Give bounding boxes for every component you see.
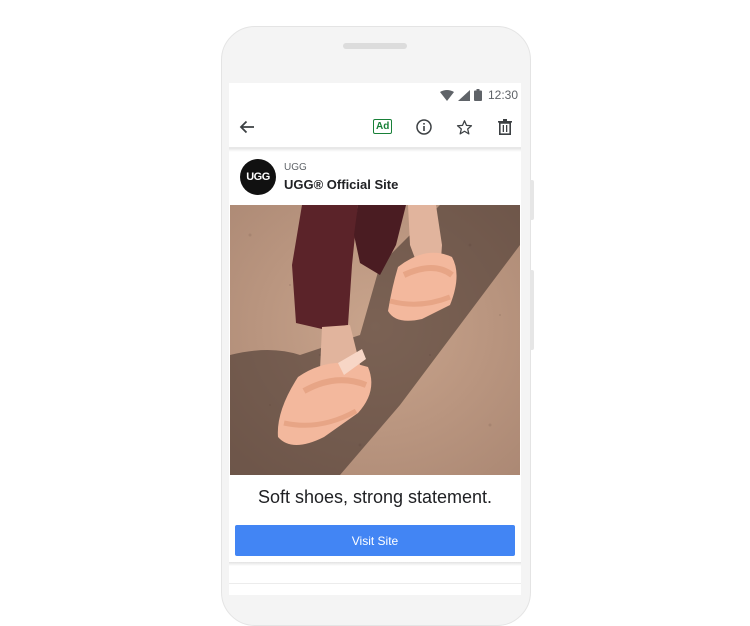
ugg-logo: UGG bbox=[240, 159, 276, 195]
list-divider bbox=[229, 583, 521, 584]
star-icon bbox=[456, 119, 472, 135]
battery-icon bbox=[473, 89, 482, 101]
advertiser-name: UGG bbox=[284, 162, 307, 173]
sandals-photo bbox=[230, 205, 520, 475]
wifi-icon bbox=[439, 89, 454, 101]
info-icon bbox=[416, 119, 432, 135]
power-button bbox=[530, 270, 534, 350]
advertiser-header[interactable]: UGG UGG UGG® Official Site bbox=[229, 155, 521, 205]
advertiser-title: UGG® Official Site bbox=[284, 177, 399, 192]
back-arrow-icon bbox=[239, 120, 254, 134]
trash-icon bbox=[498, 119, 512, 135]
ad-badge: Ad bbox=[373, 119, 393, 134]
status-bar: 12:30 bbox=[229, 83, 521, 107]
phone-speaker bbox=[343, 43, 407, 49]
signal-icon bbox=[457, 89, 470, 101]
info-button[interactable] bbox=[414, 117, 434, 137]
volume-button bbox=[530, 180, 534, 220]
back-button[interactable] bbox=[237, 117, 257, 137]
visit-site-button[interactable]: Visit Site bbox=[235, 525, 515, 556]
ad-image[interactable] bbox=[230, 205, 520, 475]
card-bottom-shadow bbox=[229, 562, 521, 566]
app-toolbar: Ad bbox=[229, 107, 521, 147]
phone-screen: 12:30 Ad UGG UGG UGG® Official Site Soft… bbox=[229, 83, 521, 595]
star-button[interactable] bbox=[454, 117, 474, 137]
ad-headline: Soft shoes, strong statement. bbox=[257, 487, 493, 507]
status-time: 12:30 bbox=[487, 88, 518, 102]
card-shadow bbox=[229, 149, 521, 152]
delete-button[interactable] bbox=[495, 117, 515, 137]
